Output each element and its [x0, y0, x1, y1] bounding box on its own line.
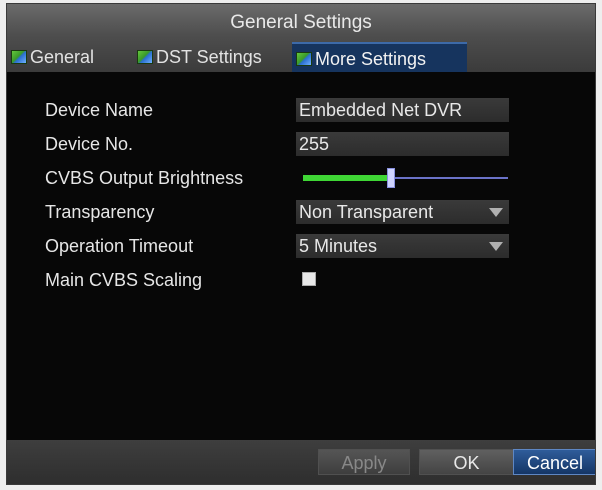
operation-timeout-label: Operation Timeout [45, 236, 194, 256]
tab-more-settings-label: More Settings [315, 49, 427, 69]
main-cvbs-scaling-checkbox[interactable] [302, 272, 316, 286]
dialog-titlebar: General Settings General DST Settings Mo… [7, 4, 595, 72]
slider-thumb[interactable] [387, 168, 395, 188]
settings-panel: Device Name Embedded Net DVR Device No. … [7, 72, 595, 442]
slider-fill [303, 175, 391, 181]
tab-more-settings[interactable]: More Settings [292, 42, 467, 72]
row-cvbs-brightness: CVBS Output Brightness [7, 163, 595, 193]
tab-general-label: General [30, 47, 95, 67]
cancel-button[interactable]: Cancel [513, 449, 595, 475]
tab-bar: General DST Settings More Settings [7, 42, 595, 72]
grid-icon [11, 50, 27, 64]
transparency-value: Non Transparent [299, 202, 434, 222]
tab-general[interactable]: General [11, 42, 94, 72]
chevron-down-icon[interactable] [489, 208, 503, 217]
cvbs-brightness-label: CVBS Output Brightness [45, 168, 244, 188]
dialog-title: General Settings [230, 12, 372, 33]
device-name-label: Device Name [45, 100, 154, 120]
grid-icon [296, 52, 312, 66]
device-no-input[interactable]: 255 [296, 132, 509, 156]
row-transparency: Transparency Non Transparent [7, 197, 595, 227]
cvbs-brightness-slider[interactable] [303, 166, 508, 190]
general-settings-dialog: General Settings General DST Settings Mo… [6, 3, 596, 485]
row-main-cvbs-scaling: Main CVBS Scaling [7, 265, 595, 295]
apply-button[interactable]: Apply [318, 449, 410, 475]
transparency-label: Transparency [45, 202, 155, 222]
main-cvbs-scaling-label: Main CVBS Scaling [45, 270, 203, 290]
transparency-select[interactable]: Non Transparent [296, 200, 509, 224]
ok-button[interactable]: OK [419, 449, 514, 475]
dialog-footer: Apply OK Cancel [7, 440, 595, 484]
row-device-no: Device No. 255 [7, 129, 595, 159]
operation-timeout-select[interactable]: 5 Minutes [296, 234, 509, 258]
row-operation-timeout: Operation Timeout 5 Minutes [7, 231, 595, 261]
device-no-label: Device No. [45, 134, 134, 154]
row-device-name: Device Name Embedded Net DVR [7, 95, 595, 125]
tab-dst-settings-label: DST Settings [156, 47, 262, 67]
device-name-input[interactable]: Embedded Net DVR [296, 98, 509, 122]
grid-icon [137, 50, 153, 64]
chevron-down-icon[interactable] [489, 242, 503, 251]
operation-timeout-value: 5 Minutes [299, 236, 378, 256]
tab-dst-settings[interactable]: DST Settings [137, 42, 262, 72]
